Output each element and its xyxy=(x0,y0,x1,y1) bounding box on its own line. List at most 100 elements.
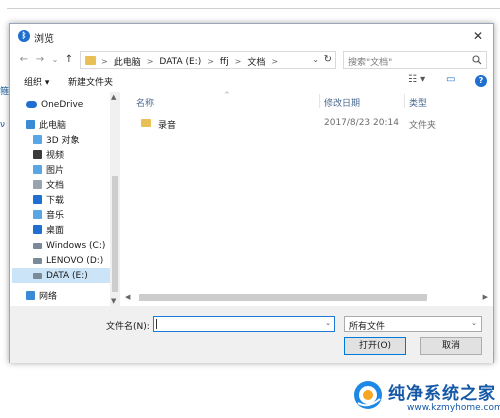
table-row[interactable]: 录音 2017/8/23 20:14 文件夹 xyxy=(136,116,480,132)
file-name: 录音 xyxy=(158,121,177,131)
navigation-pane: OneDrive 此电脑 3D 对象 视频 图片 文档 下载 音乐 桌面 Win… xyxy=(12,92,122,306)
sidebar-item-drive-d[interactable]: LENOVO (D:) xyxy=(33,253,103,268)
file-date-modified: 2017/8/23 20:14 xyxy=(324,118,399,128)
sidebar-item-label: 桌面 xyxy=(46,226,65,236)
breadcrumb-separator: > xyxy=(271,57,279,66)
cloud-icon xyxy=(26,101,37,108)
chevron-down-icon[interactable]: ⌄ xyxy=(325,319,331,327)
sidebar-item-label: 此电脑 xyxy=(39,121,67,131)
computer-icon xyxy=(26,120,35,129)
breadcrumb: > 此电脑 > DATA (E:) > ffj > 文档 > xyxy=(101,55,279,69)
address-dropdown-icon[interactable]: ⌄ xyxy=(312,55,319,64)
drive-c-icon xyxy=(33,242,42,249)
drive-d-icon xyxy=(33,257,42,264)
watermark: 纯净系统之家 www.kzmyhome.com xyxy=(351,375,500,418)
sidebar-item-pictures[interactable]: 图片 xyxy=(33,162,64,177)
sidebar-item-label: 视频 xyxy=(46,151,65,161)
breadcrumb-separator: > xyxy=(234,57,242,66)
command-toolbar: 组织 ▾ 新建文件夹 ☷ ▾ ▭ ? xyxy=(10,72,493,90)
text-caret xyxy=(156,319,157,329)
sidebar-item-videos[interactable]: 视频 xyxy=(33,147,64,162)
chevron-down-icon: ⌄ xyxy=(471,319,477,327)
forward-button[interactable]: → xyxy=(33,52,47,68)
column-divider[interactable] xyxy=(319,94,320,108)
breadcrumb-separator: > xyxy=(146,57,154,66)
sidebar-item-label: 文档 xyxy=(46,181,65,191)
sidebar-item-desktop[interactable]: 桌面 xyxy=(33,222,64,237)
scroll-down-icon[interactable]: ▼ xyxy=(111,297,116,305)
desktop-icon xyxy=(33,225,42,234)
search-placeholder: 搜索"文档" xyxy=(348,58,393,68)
column-header-name[interactable]: 名称 xyxy=(136,96,154,109)
sidebar-item-label: 音乐 xyxy=(46,211,65,221)
column-divider[interactable] xyxy=(404,94,405,108)
background-text-fragment: ν xyxy=(0,120,6,130)
breadcrumb-this-pc[interactable]: 此电脑 xyxy=(114,55,141,68)
scroll-left-icon[interactable]: ◀ xyxy=(125,293,130,301)
drive-e-icon xyxy=(33,272,42,279)
file-type-filter[interactable]: 所有文件 ⌄ xyxy=(344,316,482,332)
search-input[interactable]: 搜索"文档" xyxy=(343,51,487,69)
sidebar-item-drive-c[interactable]: Windows (C:) xyxy=(33,238,105,253)
cancel-button[interactable]: 取消 xyxy=(420,337,482,355)
file-type: 文件夹 xyxy=(409,121,437,131)
video-icon xyxy=(33,150,42,159)
site-logo-icon xyxy=(354,381,382,409)
dialog-title: 浏览 xyxy=(34,34,54,45)
file-list: 名称 ^ 修改日期 类型 录音 2017/8/23 20:14 文件夹 xyxy=(136,91,490,306)
sidebar-item-label: Windows (C:) xyxy=(46,240,106,251)
breadcrumb-ffj[interactable]: ffj xyxy=(220,57,229,67)
scroll-right-icon[interactable]: ▶ xyxy=(483,293,488,301)
back-button[interactable]: ← xyxy=(17,52,31,68)
bluetooth-icon: ᛒ xyxy=(18,30,30,42)
view-options-icon[interactable]: ☷ ▾ xyxy=(408,74,425,85)
sidebar-item-label: 图片 xyxy=(46,166,65,176)
refresh-button[interactable]: ↻ xyxy=(324,54,332,65)
sidebar-item-onedrive[interactable]: OneDrive xyxy=(26,97,83,112)
preview-pane-icon[interactable]: ▭ xyxy=(446,74,455,85)
watermark-url: www.kzmyhome.com xyxy=(407,403,500,413)
organize-button[interactable]: 组织 ▾ xyxy=(24,75,49,88)
breadcrumb-separator: > xyxy=(207,57,214,66)
filename-label: 文件名(N): xyxy=(106,322,150,332)
3d-objects-icon xyxy=(33,135,42,144)
dialog-footer: 文件名(N): ⌄ 所有文件 ⌄ 打开(O) 取消 xyxy=(10,306,493,363)
recent-locations-dropdown[interactable]: ⌄ xyxy=(48,52,62,68)
music-icon xyxy=(33,210,42,219)
breadcrumb-data-e[interactable]: DATA (E:) xyxy=(159,57,201,67)
breadcrumb-documents[interactable]: 文档 xyxy=(247,55,265,68)
open-button[interactable]: 打开(O) xyxy=(344,337,406,355)
sidebar-item-label: OneDrive xyxy=(41,99,84,110)
downloads-icon xyxy=(33,195,42,204)
sidebar-item-music[interactable]: 音乐 xyxy=(33,207,64,222)
sidebar-item-network[interactable]: 网络 xyxy=(26,288,57,303)
scrollbar-thumb[interactable] xyxy=(139,294,427,301)
folder-icon xyxy=(85,56,96,65)
file-type-filter-value: 所有文件 xyxy=(349,322,386,332)
search-icon xyxy=(472,55,482,65)
help-icon[interactable]: ? xyxy=(475,75,487,87)
close-button[interactable]: ✕ xyxy=(469,27,487,45)
scrollbar-thumb[interactable] xyxy=(112,176,118,292)
sidebar-item-label: 3D 对象 xyxy=(46,136,80,146)
sidebar-item-3d-objects[interactable]: 3D 对象 xyxy=(33,132,80,147)
sidebar-item-downloads[interactable]: 下载 xyxy=(33,192,64,207)
sidebar-item-drive-e[interactable]: DATA (E:) xyxy=(12,268,110,283)
documents-icon xyxy=(33,180,42,189)
new-folder-button[interactable]: 新建文件夹 xyxy=(68,75,113,88)
watermark-name: 纯净系统之家 xyxy=(388,384,496,404)
column-header-date-modified[interactable]: 修改日期 xyxy=(324,96,360,109)
navigation-pane-scrollbar[interactable]: ▲ ▼ xyxy=(110,92,120,306)
sidebar-item-this-pc[interactable]: 此电脑 xyxy=(26,117,66,132)
address-bar[interactable]: > 此电脑 > DATA (E:) > ffj > 文档 > ⌄ ↻ xyxy=(80,51,336,69)
sidebar-item-documents[interactable]: 文档 xyxy=(33,177,64,192)
navigation-bar: ← → ⌄ ↑ > 此电脑 > DATA (E:) > ffj > 文档 > ⌄… xyxy=(10,49,493,71)
horizontal-scrollbar[interactable]: ◀ ▶ xyxy=(125,292,488,304)
sidebar-item-label: 下载 xyxy=(46,196,65,206)
scroll-up-icon[interactable]: ▲ xyxy=(111,93,116,101)
column-header-type[interactable]: 类型 xyxy=(409,96,427,109)
network-icon xyxy=(26,291,35,300)
filename-input[interactable]: ⌄ xyxy=(153,316,335,332)
up-button[interactable]: ↑ xyxy=(62,52,76,68)
sidebar-item-label: DATA (E:) xyxy=(46,270,88,281)
